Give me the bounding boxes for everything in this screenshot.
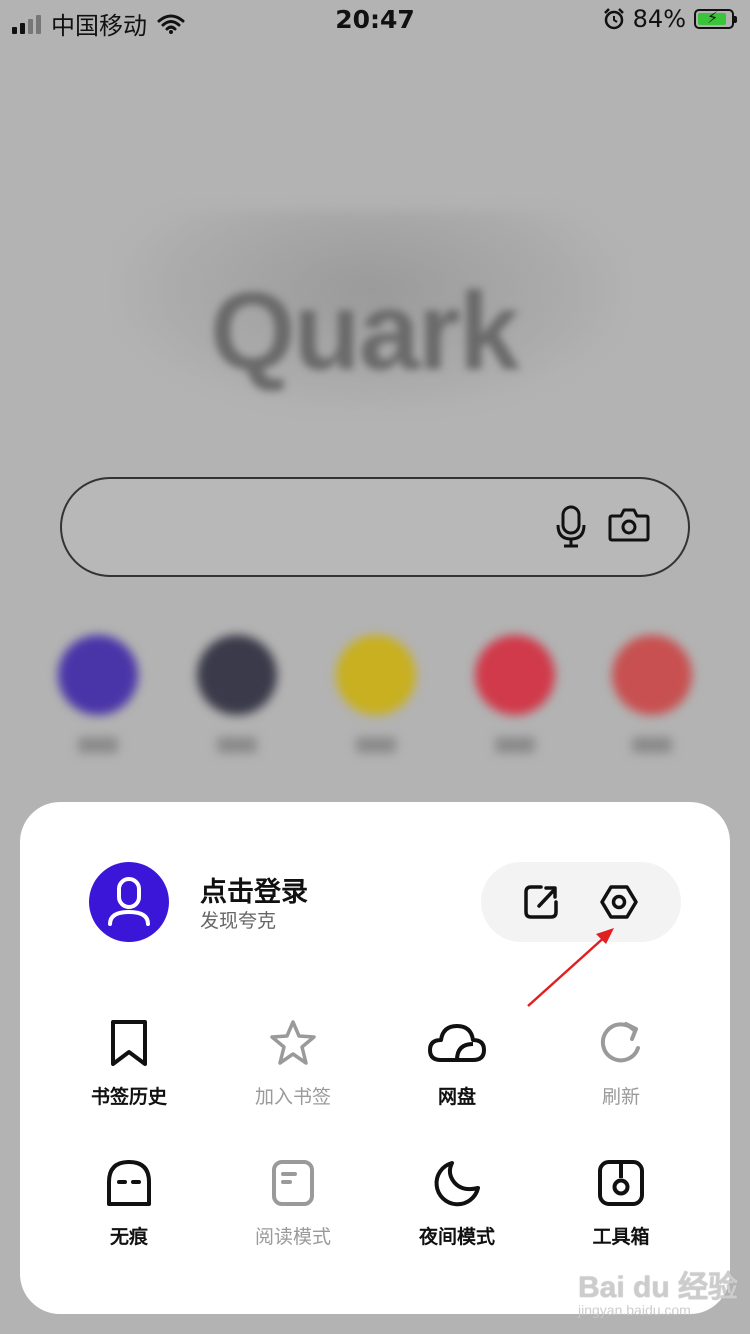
shortcut-item[interactable]: [53, 635, 143, 753]
cloud-icon: [428, 1024, 486, 1062]
microphone-icon[interactable]: [556, 505, 586, 549]
quark-logo: Quark: [120, 210, 620, 410]
share-icon[interactable]: [521, 882, 561, 922]
login-subtitle: 发现夸克: [200, 910, 277, 932]
annotation-arrow: [527, 928, 614, 1007]
reader-icon: [272, 1160, 314, 1206]
menu-item-bookmarks-history[interactable]: 书签历史: [49, 1018, 209, 1109]
ghost-icon: [107, 1160, 151, 1206]
bookmark-icon: [111, 1020, 147, 1066]
menu-sheet: 点击登录 发现夸克 书签历史 加入书签 网盘 刷新 无痕 阅读模式 夜间模式 工…: [20, 802, 730, 1314]
search-bar[interactable]: [60, 477, 690, 577]
toolbox-icon: [598, 1160, 644, 1206]
menu-item-add-bookmark[interactable]: 加入书签: [213, 1018, 373, 1109]
menu-item-incognito[interactable]: 无痕: [49, 1158, 209, 1249]
menu-item-toolbox[interactable]: 工具箱: [541, 1158, 701, 1249]
alarm-icon: [603, 8, 624, 30]
menu-item-night-mode[interactable]: 夜间模式: [377, 1158, 537, 1249]
settings-icon[interactable]: [599, 882, 639, 922]
shortcut-row: [0, 635, 750, 775]
status-bar: 中国移动 20:47 84% ⚡: [0, 0, 750, 40]
shortcut-item[interactable]: [470, 635, 560, 753]
moon-icon: [434, 1161, 480, 1207]
baidu-watermark: Bai du 经验 jingyan.baidu.com: [578, 1271, 739, 1318]
avatar[interactable]: [89, 862, 169, 942]
user-icon: [108, 877, 150, 926]
shortcut-item[interactable]: [331, 635, 421, 753]
camera-icon[interactable]: [608, 507, 650, 543]
login-title[interactable]: 点击登录: [200, 870, 308, 909]
shortcut-item[interactable]: [607, 635, 697, 753]
menu-item-cloud-drive[interactable]: 网盘: [377, 1018, 537, 1109]
star-icon: [270, 1020, 316, 1065]
menu-item-reader-mode[interactable]: 阅读模式: [213, 1158, 373, 1249]
battery-icon: ⚡: [694, 8, 737, 29]
menu-item-refresh[interactable]: 刷新: [541, 1018, 701, 1109]
refresh-icon: [600, 1022, 640, 1063]
battery-percent: 84%: [632, 5, 686, 33]
shortcut-item[interactable]: [192, 635, 282, 753]
